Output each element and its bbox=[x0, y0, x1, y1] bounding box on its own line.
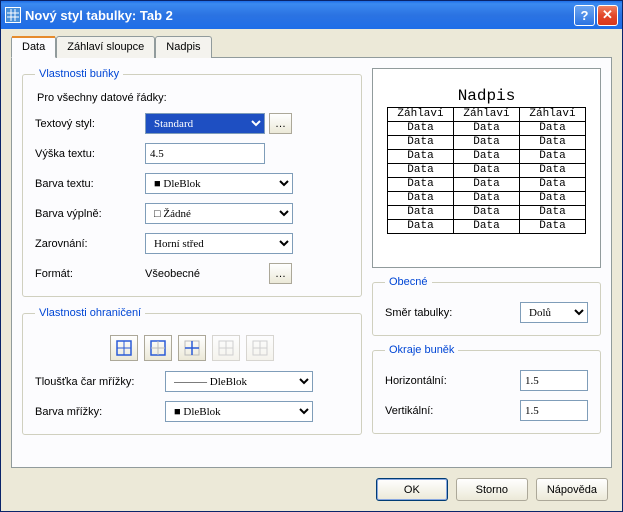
tab-title[interactable]: Nadpis bbox=[155, 36, 211, 58]
text-color-label: Barva textu: bbox=[35, 178, 145, 190]
border-inner-button[interactable] bbox=[178, 335, 206, 361]
format-browse-button[interactable]: … bbox=[269, 263, 292, 284]
fill-color-label: Barva výplně: bbox=[35, 208, 145, 220]
ok-button[interactable]: OK bbox=[376, 478, 448, 501]
preview-panel: Nadpis ZáhlavíZáhlavíZáhlavíDataDataData… bbox=[372, 68, 601, 268]
border-none-button-1[interactable] bbox=[212, 335, 240, 361]
alignment-select[interactable]: Horní střed bbox=[145, 233, 293, 254]
cell-margins-legend: Okraje buněk bbox=[385, 344, 458, 356]
border-outer-button[interactable] bbox=[144, 335, 172, 361]
text-height-input[interactable] bbox=[145, 143, 265, 164]
help-button[interactable]: ? bbox=[574, 5, 595, 26]
tab-data[interactable]: Data bbox=[11, 36, 56, 58]
cell-margins-group: Okraje buněk Horizontální: Vertikální: bbox=[372, 344, 601, 434]
window-title: Nový styl tabulky: Tab 2 bbox=[25, 8, 574, 23]
close-button[interactable]: ✕ bbox=[597, 5, 618, 26]
all-rows-label: Pro všechny datové řádky: bbox=[37, 92, 349, 104]
app-icon bbox=[5, 7, 21, 23]
grid-lineweight-select[interactable]: ——— DleBlok bbox=[165, 371, 313, 392]
cell-properties-legend: Vlastnosti buňky bbox=[35, 68, 123, 80]
alignment-label: Zarovnání: bbox=[35, 238, 145, 250]
border-all-button[interactable] bbox=[110, 335, 138, 361]
text-style-label: Textový styl: bbox=[35, 118, 145, 130]
fill-color-select[interactable]: □ Žádné bbox=[145, 203, 293, 224]
preview-table: Nadpis ZáhlavíZáhlavíZáhlavíDataDataData… bbox=[387, 87, 586, 234]
border-none-button-2[interactable] bbox=[246, 335, 274, 361]
format-value: Všeobecné bbox=[145, 268, 265, 280]
cancel-button[interactable]: Storno bbox=[456, 478, 528, 501]
grid-color-label: Barva mřížky: bbox=[35, 406, 165, 418]
format-label: Formát: bbox=[35, 268, 145, 280]
table-direction-label: Směr tabulky: bbox=[385, 307, 495, 319]
tab-strip: Data Záhlaví sloupce Nadpis bbox=[11, 36, 612, 58]
general-group: Obecné Směr tabulky: Dolů bbox=[372, 276, 601, 336]
text-color-select[interactable]: ■ DleBlok bbox=[145, 173, 293, 194]
grid-lineweight-label: Tloušťka čar mřížky: bbox=[35, 376, 165, 388]
table-direction-select[interactable]: Dolů bbox=[520, 302, 588, 323]
border-properties-group: Vlastnosti ohraničení Tloušťka čar mřížk… bbox=[22, 307, 362, 435]
cell-properties-group: Vlastnosti buňky Pro všechny datové řádk… bbox=[22, 68, 362, 297]
text-style-select[interactable]: Standard bbox=[145, 113, 265, 134]
horizontal-margin-input[interactable] bbox=[520, 370, 588, 391]
text-height-label: Výška textu: bbox=[35, 148, 145, 160]
horizontal-margin-label: Horizontální: bbox=[385, 375, 495, 387]
help-dialog-button[interactable]: Nápověda bbox=[536, 478, 608, 501]
grid-color-select[interactable]: ■ DleBlok bbox=[165, 401, 313, 422]
vertical-margin-label: Vertikální: bbox=[385, 405, 495, 417]
preview-caption: Nadpis bbox=[387, 87, 586, 107]
tab-column-header[interactable]: Záhlaví sloupce bbox=[56, 36, 155, 58]
text-style-browse-button[interactable]: … bbox=[269, 113, 292, 134]
vertical-margin-input[interactable] bbox=[520, 400, 588, 421]
general-legend: Obecné bbox=[385, 276, 432, 288]
border-properties-legend: Vlastnosti ohraničení bbox=[35, 307, 145, 319]
titlebar: Nový styl tabulky: Tab 2 ? ✕ bbox=[1, 1, 622, 29]
